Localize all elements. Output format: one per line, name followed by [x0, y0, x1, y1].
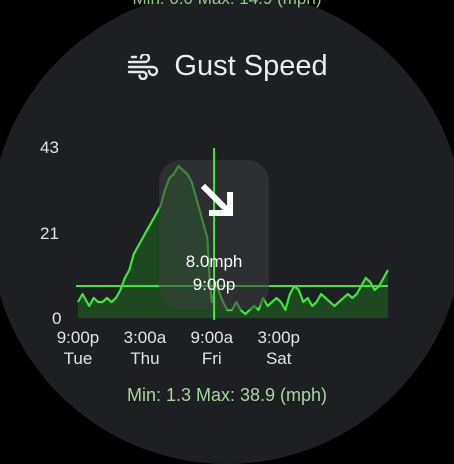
value-tooltip: 8.0mph 9:00p: [159, 148, 270, 320]
tooltip-time: 9:00p: [193, 275, 236, 294]
x-tick-time-label: 3:00a: [124, 328, 167, 347]
min-max-summary: Min: 1.3 Max: 38.9 (mph): [126, 385, 328, 405]
x-tick-time-label: 9:00a: [191, 328, 234, 347]
x-tick-time-label: 3:00p: [257, 328, 300, 347]
x-tick-day-label: Tue: [64, 349, 93, 368]
tooltip-value: 8.0mph: [186, 252, 243, 271]
x-tick-day-label: Fri: [202, 349, 222, 368]
x-tick-day-label: Sat: [266, 349, 292, 368]
x-tick-time-label: 9:00p: [57, 328, 100, 347]
y-tick-label: 0: [52, 309, 61, 328]
x-tick-day-label: Thu: [130, 349, 159, 368]
y-tick-label: 43: [40, 138, 59, 157]
y-tick-label: 21: [40, 224, 59, 243]
